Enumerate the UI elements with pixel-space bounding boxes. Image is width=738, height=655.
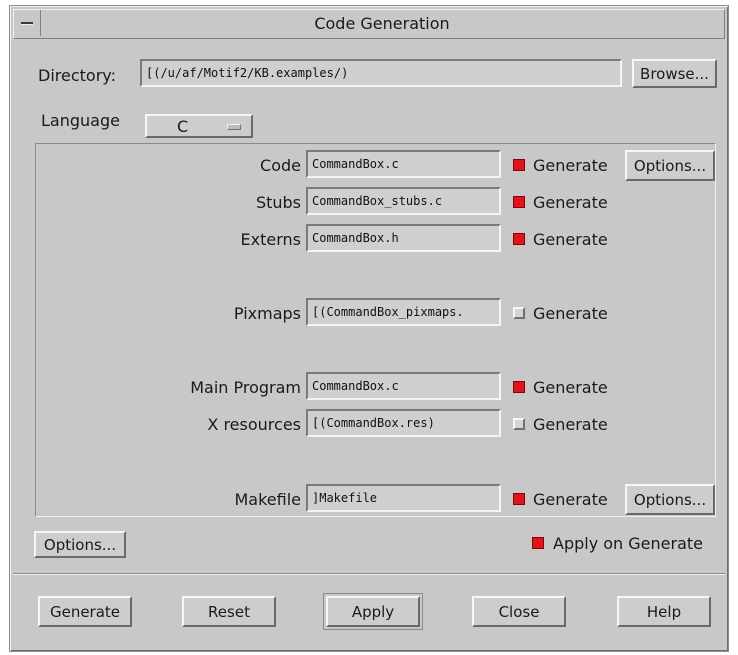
title-bar[interactable]: Code Generation — [13, 9, 725, 39]
code-file-field[interactable]: CommandBox.c — [306, 150, 501, 178]
apply-on-generate-label: Apply on Generate — [553, 534, 703, 553]
stubs-generate-label: Generate — [533, 193, 608, 212]
code-options-button[interactable]: Options... — [625, 150, 715, 181]
browse-button[interactable]: Browse... — [632, 59, 717, 88]
apply-button[interactable]: Apply — [323, 593, 423, 630]
makefile-options-button[interactable]: Options... — [625, 484, 715, 515]
directory-label: Directory: — [38, 66, 116, 85]
window-menu-icon — [21, 22, 33, 24]
makefile-generate-checkbox[interactable] — [513, 493, 525, 505]
externs-label: Externs — [240, 230, 301, 249]
main-program-generate-label: Generate — [533, 378, 608, 397]
makefile-generate-label: Generate — [533, 490, 608, 509]
apply-on-generate-checkbox[interactable] — [532, 537, 544, 549]
externs-generate-checkbox[interactable] — [513, 233, 525, 245]
window-menu-button[interactable] — [14, 10, 41, 36]
externs-generate-label: Generate — [533, 230, 608, 249]
language-label: Language — [41, 111, 120, 130]
main-program-file-field[interactable]: CommandBox.c — [306, 372, 501, 400]
generate-button[interactable]: Generate — [38, 596, 132, 627]
x-resources-generate-checkbox[interactable] — [513, 418, 525, 430]
options-button[interactable]: Options... — [34, 531, 126, 558]
makefile-label: Makefile — [234, 490, 301, 509]
main-program-label: Main Program — [190, 378, 301, 397]
pixmaps-generate-checkbox[interactable] — [513, 307, 525, 319]
pixmaps-file-field[interactable]: [(CommandBox_pixmaps. — [306, 298, 501, 326]
pixmaps-generate-label: Generate — [533, 304, 608, 323]
directory-field[interactable]: [(/u/af/Motif2/KB.examples/) — [140, 59, 622, 87]
language-value: C — [177, 117, 189, 136]
x-resources-file-field[interactable]: [(CommandBox.res) — [306, 409, 501, 437]
close-button[interactable]: Close — [472, 596, 566, 627]
window-title: Code Generation — [314, 14, 450, 33]
stubs-label: Stubs — [255, 193, 301, 212]
stubs-file-field[interactable]: CommandBox_stubs.c — [306, 187, 501, 215]
pixmaps-label: Pixmaps — [233, 304, 301, 323]
language-option-menu[interactable]: C — [145, 114, 253, 138]
code-label: Code — [260, 156, 301, 175]
x-resources-label: X resources — [207, 415, 301, 434]
footer-separator — [13, 573, 725, 575]
reset-button[interactable]: Reset — [182, 596, 276, 627]
help-button[interactable]: Help — [617, 596, 711, 627]
makefile-file-field[interactable]: ]Makefile — [306, 484, 501, 512]
stubs-generate-checkbox[interactable] — [513, 196, 525, 208]
externs-file-field[interactable]: CommandBox.h — [306, 224, 501, 252]
main-program-generate-checkbox[interactable] — [513, 381, 525, 393]
code-generation-dialog: Code Generation Directory: [(/u/af/Motif… — [9, 5, 729, 652]
option-menu-indicator-icon — [227, 124, 241, 130]
code-generate-checkbox[interactable] — [513, 159, 525, 171]
code-generate-label: Generate — [533, 156, 608, 175]
x-resources-generate-label: Generate — [533, 415, 608, 434]
